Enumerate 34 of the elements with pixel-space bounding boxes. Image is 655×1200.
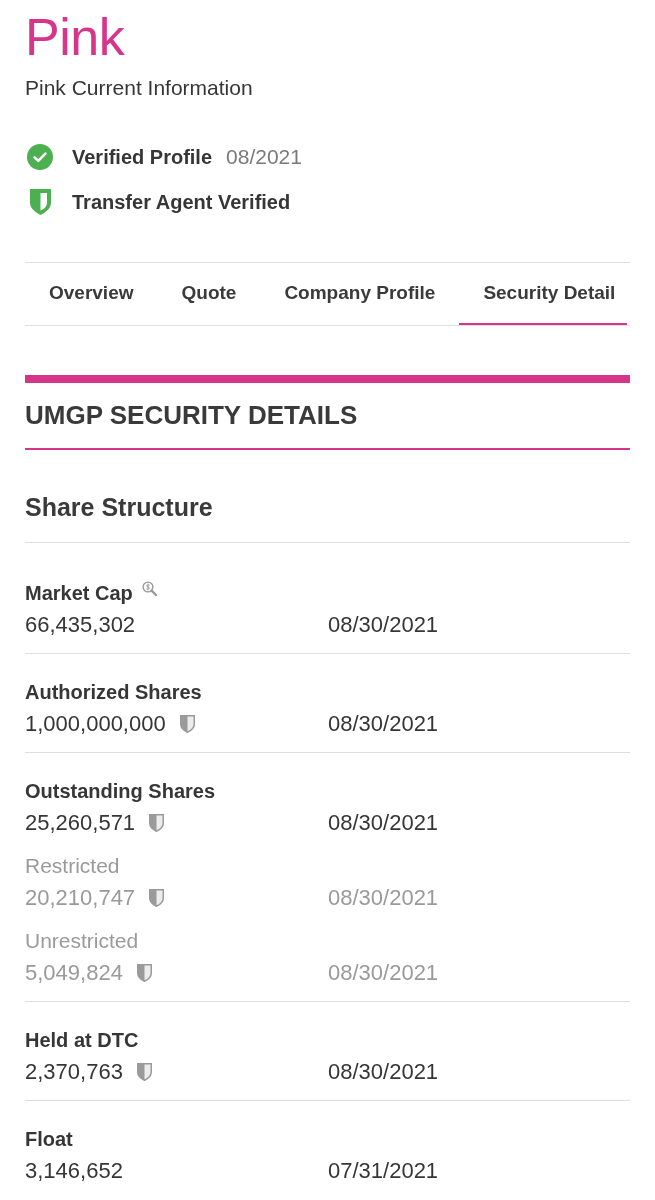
verified-date: 08/2021 bbox=[226, 144, 302, 170]
field-value: 66,435,302 bbox=[25, 611, 136, 639]
section-title: UMGP SECURITY DETAILS bbox=[25, 399, 358, 432]
field-label: Outstanding Shares bbox=[25, 779, 216, 804]
field-label: Market Cap bbox=[25, 581, 133, 606]
field-date: 08/30/2021 bbox=[328, 611, 439, 639]
field-value: 1,000,000,000 bbox=[25, 710, 166, 738]
shield-icon bbox=[29, 189, 51, 215]
badge-label: Verified Profile bbox=[72, 145, 213, 170]
field-value: 2,370,763 bbox=[25, 1058, 123, 1086]
field-label: Unrestricted bbox=[25, 928, 139, 954]
tab[interactable]: Overview bbox=[25, 263, 158, 325]
tab[interactable]: Security Detail bbox=[459, 263, 628, 325]
field-value: 25,260,571 bbox=[25, 809, 136, 837]
field-value: 3,146,652 bbox=[25, 1157, 123, 1185]
brand-logo: Pink bbox=[25, 11, 125, 63]
subsection-title: Share Structure bbox=[25, 492, 213, 523]
field-value: 5,049,824 bbox=[25, 959, 123, 987]
field-date: 08/30/2021 bbox=[328, 1058, 439, 1086]
field-value: 20,210,747 bbox=[25, 884, 136, 912]
field-date: 08/30/2021 bbox=[328, 809, 439, 837]
field-date: 08/30/2021 bbox=[328, 959, 439, 987]
field-date: 08/30/2021 bbox=[328, 884, 439, 912]
check-circle-icon bbox=[27, 144, 53, 170]
tab[interactable]: Quote bbox=[157, 263, 261, 325]
tab[interactable]: Company Profile bbox=[260, 263, 460, 325]
field-label: Authorized Shares bbox=[25, 680, 202, 705]
field-date: 07/31/2021 bbox=[328, 1157, 439, 1185]
field-label: Restricted bbox=[25, 853, 120, 879]
field-label: Held at DTC bbox=[25, 1028, 139, 1053]
badge-label: Transfer Agent Verified bbox=[72, 190, 291, 215]
field-date: 08/30/2021 bbox=[328, 710, 439, 738]
page-subtitle: Pink Current Information bbox=[25, 75, 253, 101]
field-label: Float bbox=[25, 1127, 73, 1152]
